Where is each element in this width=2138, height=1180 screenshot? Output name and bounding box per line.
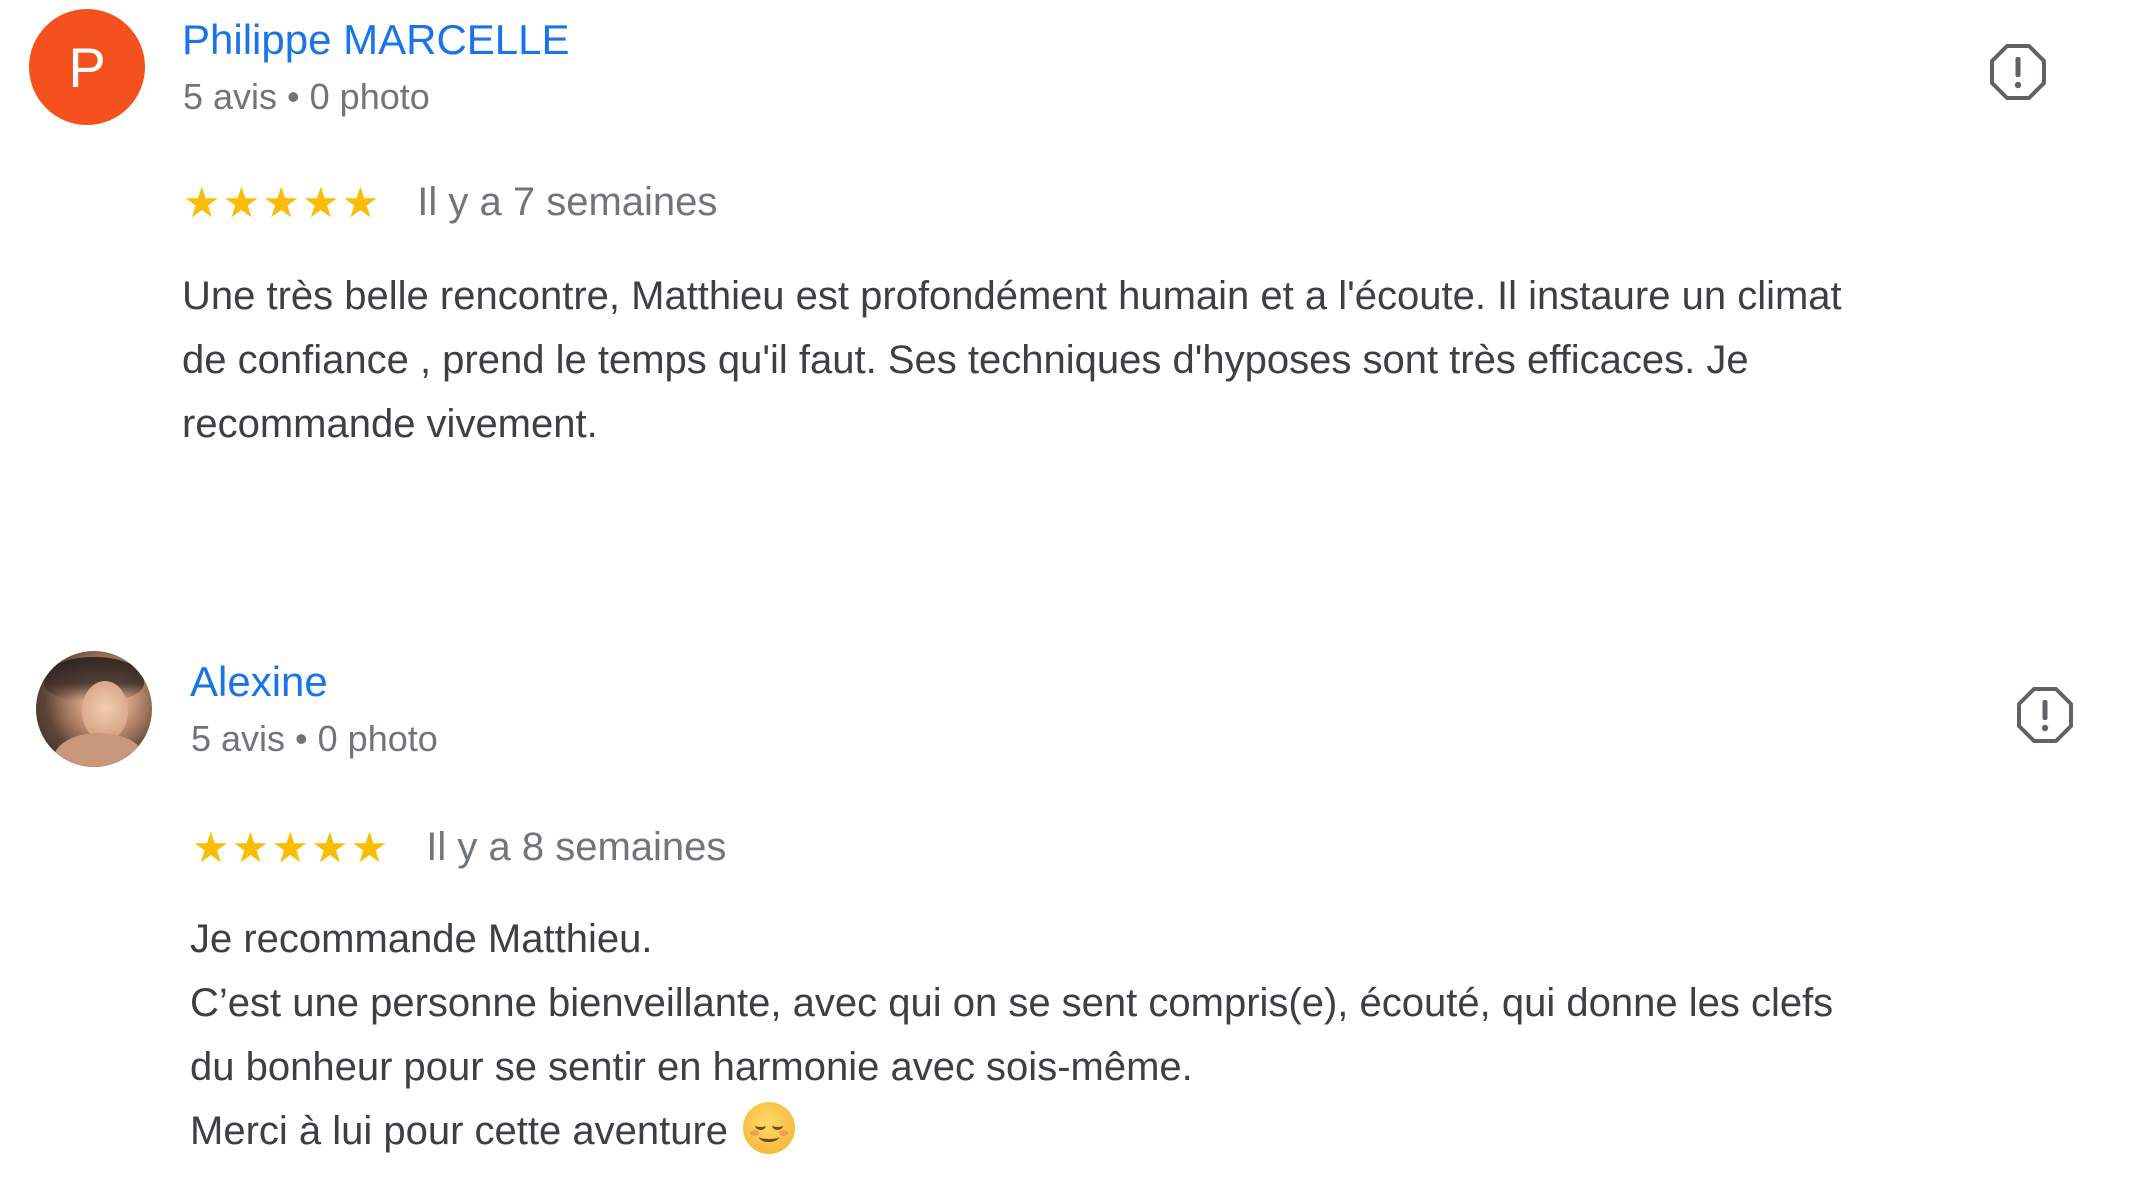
review-text-line: recommande vivement. (182, 402, 598, 446)
reviewer-name[interactable]: Philippe MARCELLE (182, 16, 570, 64)
emoji-mouth (759, 1132, 780, 1142)
avatar-letter: P (68, 35, 106, 99)
report-flag-icon[interactable] (1988, 42, 2048, 102)
review-text-line: Je recommande Matthieu. (190, 917, 653, 961)
report-flag-icon-svg (2017, 687, 2073, 743)
review-text-line: de confiance , prend le temps qu'il faut… (182, 338, 1749, 382)
review-text-line: Merci à lui pour cette aventure (190, 1109, 729, 1153)
rating-row: ★ ★ ★ ★ ★ Il y a 7 semaines (183, 180, 717, 225)
review-time: Il y a 8 semaines (426, 825, 727, 869)
star-icon: ★ (262, 177, 300, 227)
review-text-line: C’est une personne bienveillante, avec q… (190, 981, 1834, 1025)
avatar-shoulder (54, 733, 144, 767)
smiling-face-emoji-icon (743, 1102, 796, 1154)
review-text-line: Une très belle rencontre, Matthieu est p… (182, 274, 1842, 318)
star-icon: ★ (222, 177, 261, 227)
star-icon: ★ (341, 177, 380, 227)
review-text-line-last: Merci à lui pour cette aventure (190, 1099, 1833, 1163)
star-icon: ★ (301, 177, 340, 227)
review-card: Alexine 5 avis • 0 photo ★ ★ ★ ★ ★ Il y … (0, 643, 2138, 1180)
review-text-line: du bonheur pour se sentir en harmonie av… (190, 1045, 1193, 1089)
rating-row: ★ ★ ★ ★ ★ Il y a 8 semaines (192, 825, 726, 870)
review-text: Une très belle rencontre, Matthieu est p… (182, 264, 1842, 456)
star-icon: ★ (310, 822, 349, 872)
avatar-face (82, 681, 128, 741)
reviewer-meta: 5 avis • 0 photo (183, 76, 430, 117)
review-card: P Philippe MARCELLE 5 avis • 0 photo ★ ★… (0, 0, 2138, 600)
star-icon: ★ (231, 822, 270, 872)
reviewer-meta: 5 avis • 0 photo (191, 718, 438, 759)
emoji-blush (779, 1130, 789, 1136)
star-icon: ★ (183, 177, 221, 227)
review-time: Il y a 7 semaines (417, 180, 718, 224)
star-icon: ★ (271, 822, 309, 872)
star-icon: ★ (350, 822, 389, 872)
reviewer-avatar[interactable] (36, 651, 152, 767)
emoji-blush (750, 1130, 760, 1136)
star-icon: ★ (192, 822, 230, 872)
report-flag-icon-svg (1990, 44, 2046, 100)
review-text: Je recommande Matthieu. C’est une person… (190, 907, 1833, 1163)
reviewer-avatar[interactable]: P (29, 9, 145, 125)
reviewer-name[interactable]: Alexine (190, 658, 328, 706)
report-flag-icon[interactable] (2015, 685, 2075, 745)
